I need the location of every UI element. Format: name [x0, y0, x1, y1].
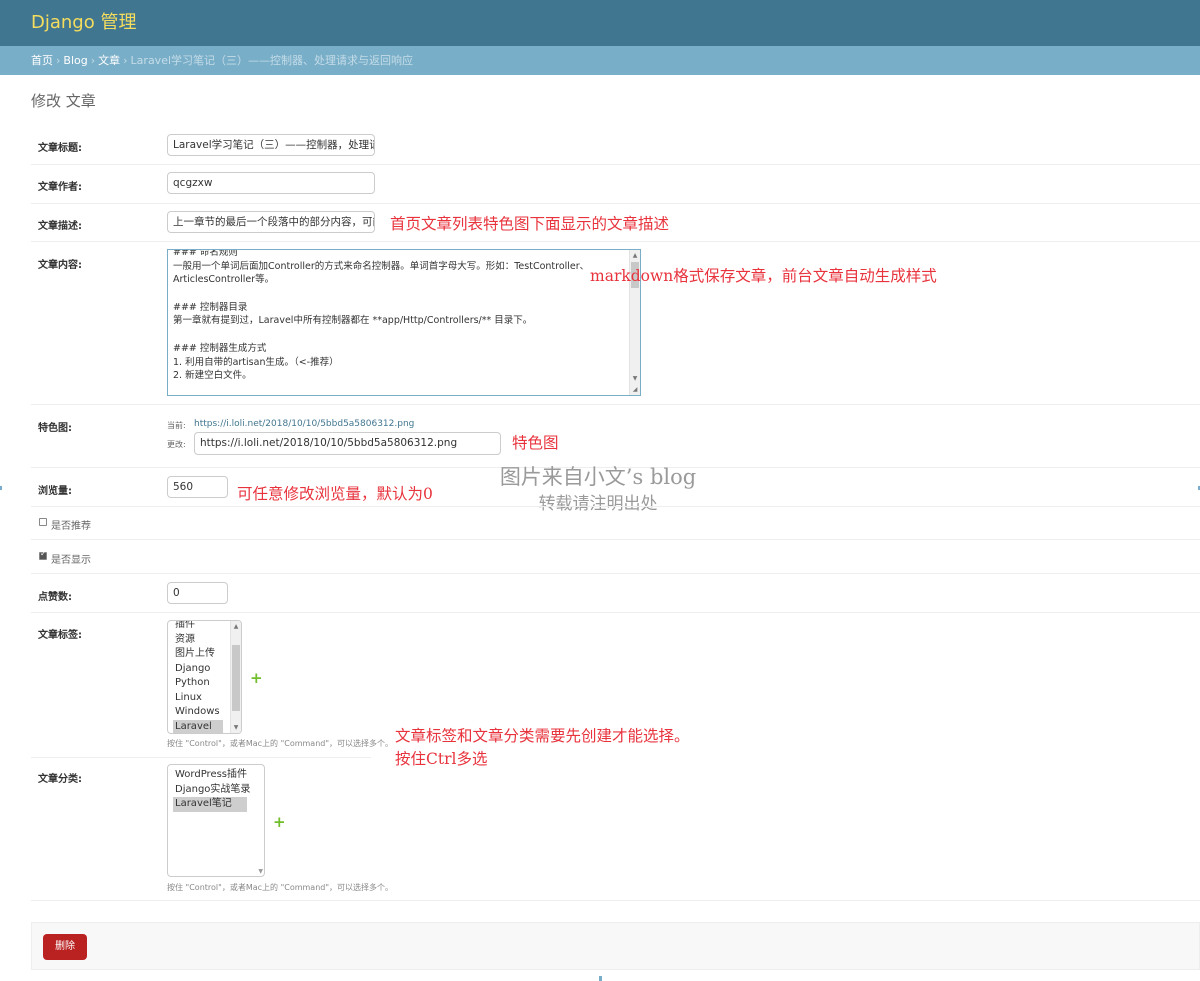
plus-icon[interactable]: + — [273, 815, 286, 830]
content-line: ### 控制器目录 — [173, 301, 248, 313]
row-divider — [31, 203, 1200, 204]
title-input[interactable]: Laravel学习笔记（三）——控制器，处理请求 — [167, 134, 375, 156]
plus-icon[interactable]: + — [250, 671, 263, 686]
content-line: ### 控制器生成方式 — [173, 342, 267, 354]
category-option[interactable]: Django实战笔录 — [173, 783, 252, 798]
breadcrumb-model[interactable]: 文章 — [98, 54, 120, 67]
breadcrumb-separator: › — [56, 54, 61, 67]
row-divider — [31, 241, 1200, 242]
categories-help-text: 按住 "Control"，或者Mac上的 "Command"，可以选择多个。 — [167, 883, 394, 892]
annotation-tags-line2: 按住Ctrl多选 — [395, 750, 488, 768]
content-label: 文章内容: — [38, 260, 82, 271]
tag-option[interactable]: Django — [173, 662, 212, 677]
tags-label: 文章标签: — [38, 630, 82, 641]
annotation-views: 可任意修改浏览量，默认为0 — [237, 485, 433, 503]
tags-select[interactable]: 插件 资源 图片上传 Django Python Linux Windows L… — [167, 620, 242, 734]
edge-marker — [599, 976, 602, 981]
tag-option[interactable]: Windows — [173, 705, 222, 720]
content-line: 1. 利用自带的artisan生成。（<-推荐） — [173, 356, 339, 368]
arrow-up-icon[interactable]: ▲ — [231, 621, 241, 632]
visible-label[interactable]: 是否显示 — [51, 551, 91, 566]
author-input[interactable]: qcgzxw — [167, 172, 375, 194]
title-label: 文章标题: — [38, 143, 82, 154]
description-input[interactable]: 上一章节的最后一个段落中的部分内容，可能 — [167, 211, 375, 233]
author-label: 文章作者: — [38, 182, 82, 193]
breadcrumb-separator: › — [90, 54, 96, 67]
tag-option[interactable]: 插件 — [173, 621, 197, 633]
annotation-tags-line1: 文章标签和文章分类需要先创建才能选择。 — [395, 727, 690, 745]
image-label: 特色图: — [38, 423, 72, 434]
recommended-checkbox[interactable] — [39, 518, 47, 526]
content-text: ### 命名规则一般用一个单词后面加Controller的方式来命名控制器。单词… — [173, 249, 623, 383]
page-title: 修改 文章 — [31, 92, 96, 110]
content-line: 一般用一个单词后面加Controller的方式来命名控制器。单词首字母大写。形如… — [173, 260, 590, 272]
breadcrumb-app[interactable]: Blog — [63, 54, 87, 67]
content-line: 2. 新建空白文件。 — [173, 370, 252, 382]
breadcrumb-home[interactable]: 首页 — [31, 54, 53, 67]
resize-handle-icon[interactable]: ◢ — [630, 384, 640, 395]
recommended-label[interactable]: 是否推荐 — [51, 517, 91, 532]
arrow-down-icon[interactable]: ▼ — [231, 722, 241, 733]
breadcrumb-current: Laravel学习笔记（三）——控制器、处理请求与返回响应 — [130, 54, 414, 67]
category-option-selected[interactable]: Laravel笔记 — [173, 797, 247, 812]
edge-marker — [0, 486, 2, 490]
views-label: 浏览量: — [38, 486, 72, 497]
delete-button[interactable]: 删除 — [43, 934, 87, 960]
categories-select[interactable]: WordPress插件 Django实战笔录 Laravel笔记 ▼ — [167, 764, 265, 877]
tag-option[interactable]: 图片上传 — [173, 647, 217, 662]
watermark: 图片来自小文’s blog 转载请注明出处 — [478, 463, 718, 517]
annotation-content: markdown格式保存文章，前台文章自动生成样式 — [590, 267, 937, 285]
tags-help-text: 按住 "Control"，或者Mac上的 "Command"，可以选择多个。 — [167, 739, 394, 748]
row-divider — [31, 506, 1200, 507]
arrow-down-icon[interactable]: ▼ — [258, 868, 263, 875]
description-label: 文章描述: — [38, 221, 82, 232]
content-line: ### 命名规则 — [173, 249, 238, 258]
row-divider — [31, 900, 1200, 901]
row-divider — [31, 404, 1200, 405]
tags-scrollbar[interactable]: ▲ ▼ — [230, 621, 241, 733]
content-textarea[interactable]: ### 命名规则一般用一个单词后面加Controller的方式来命名控制器。单词… — [167, 249, 641, 396]
scrollbar-thumb[interactable] — [232, 645, 240, 711]
submit-row: 删除 — [31, 922, 1200, 970]
content-line: 第一章就有提到过，Laravel中所有控制器都在 **app/Http/Cont… — [173, 315, 533, 327]
likes-label: 点赞数: — [38, 592, 72, 603]
row-divider — [31, 164, 1200, 165]
row-divider — [31, 573, 1200, 574]
row-divider — [31, 612, 1200, 613]
arrow-down-icon[interactable]: ▼ — [630, 373, 640, 384]
categories-label: 文章分类: — [38, 774, 82, 785]
annotation-description: 首页文章列表特色图下面显示的文章描述 — [390, 215, 670, 233]
tag-option-selected[interactable]: Laravel — [173, 719, 223, 733]
breadcrumb: 首页 › Blog › 文章 › Laravel学习笔记（三）——控制器、处理请求与返回响应 — [0, 46, 1200, 75]
annotation-image: 特色图 — [512, 434, 559, 452]
row-divider — [31, 757, 371, 758]
image-current-link[interactable]: https://i.loli.net/2018/10/10/5bbd5a5806… — [194, 419, 414, 429]
content-line — [173, 287, 623, 301]
image-change-label: 更改: — [167, 440, 186, 449]
category-option[interactable]: WordPress插件 — [173, 768, 249, 783]
tag-option[interactable]: Python — [173, 676, 212, 691]
likes-input[interactable]: 0 — [167, 582, 228, 604]
arrow-up-icon[interactable]: ▲ — [630, 250, 640, 261]
image-current-label: 当前: — [167, 421, 186, 430]
tag-option[interactable]: 资源 — [173, 633, 197, 648]
watermark-line1: 图片来自小文’s blog — [499, 465, 697, 489]
views-input[interactable]: 560 — [167, 476, 228, 498]
image-url-input[interactable]: https://i.loli.net/2018/10/10/5bbd5a5806… — [194, 432, 501, 455]
visible-checkbox[interactable] — [39, 549, 47, 560]
header: Django 管理 — [0, 0, 1200, 46]
site-name[interactable]: Django 管理 — [31, 0, 1169, 46]
breadcrumb-separator: › — [123, 54, 128, 67]
content-line — [173, 328, 623, 342]
content-line: ArticlesController等。 — [173, 274, 275, 286]
row-divider — [31, 539, 1200, 540]
tag-option[interactable]: Linux — [173, 691, 204, 706]
watermark-line2: 转载请注明出处 — [538, 494, 658, 514]
